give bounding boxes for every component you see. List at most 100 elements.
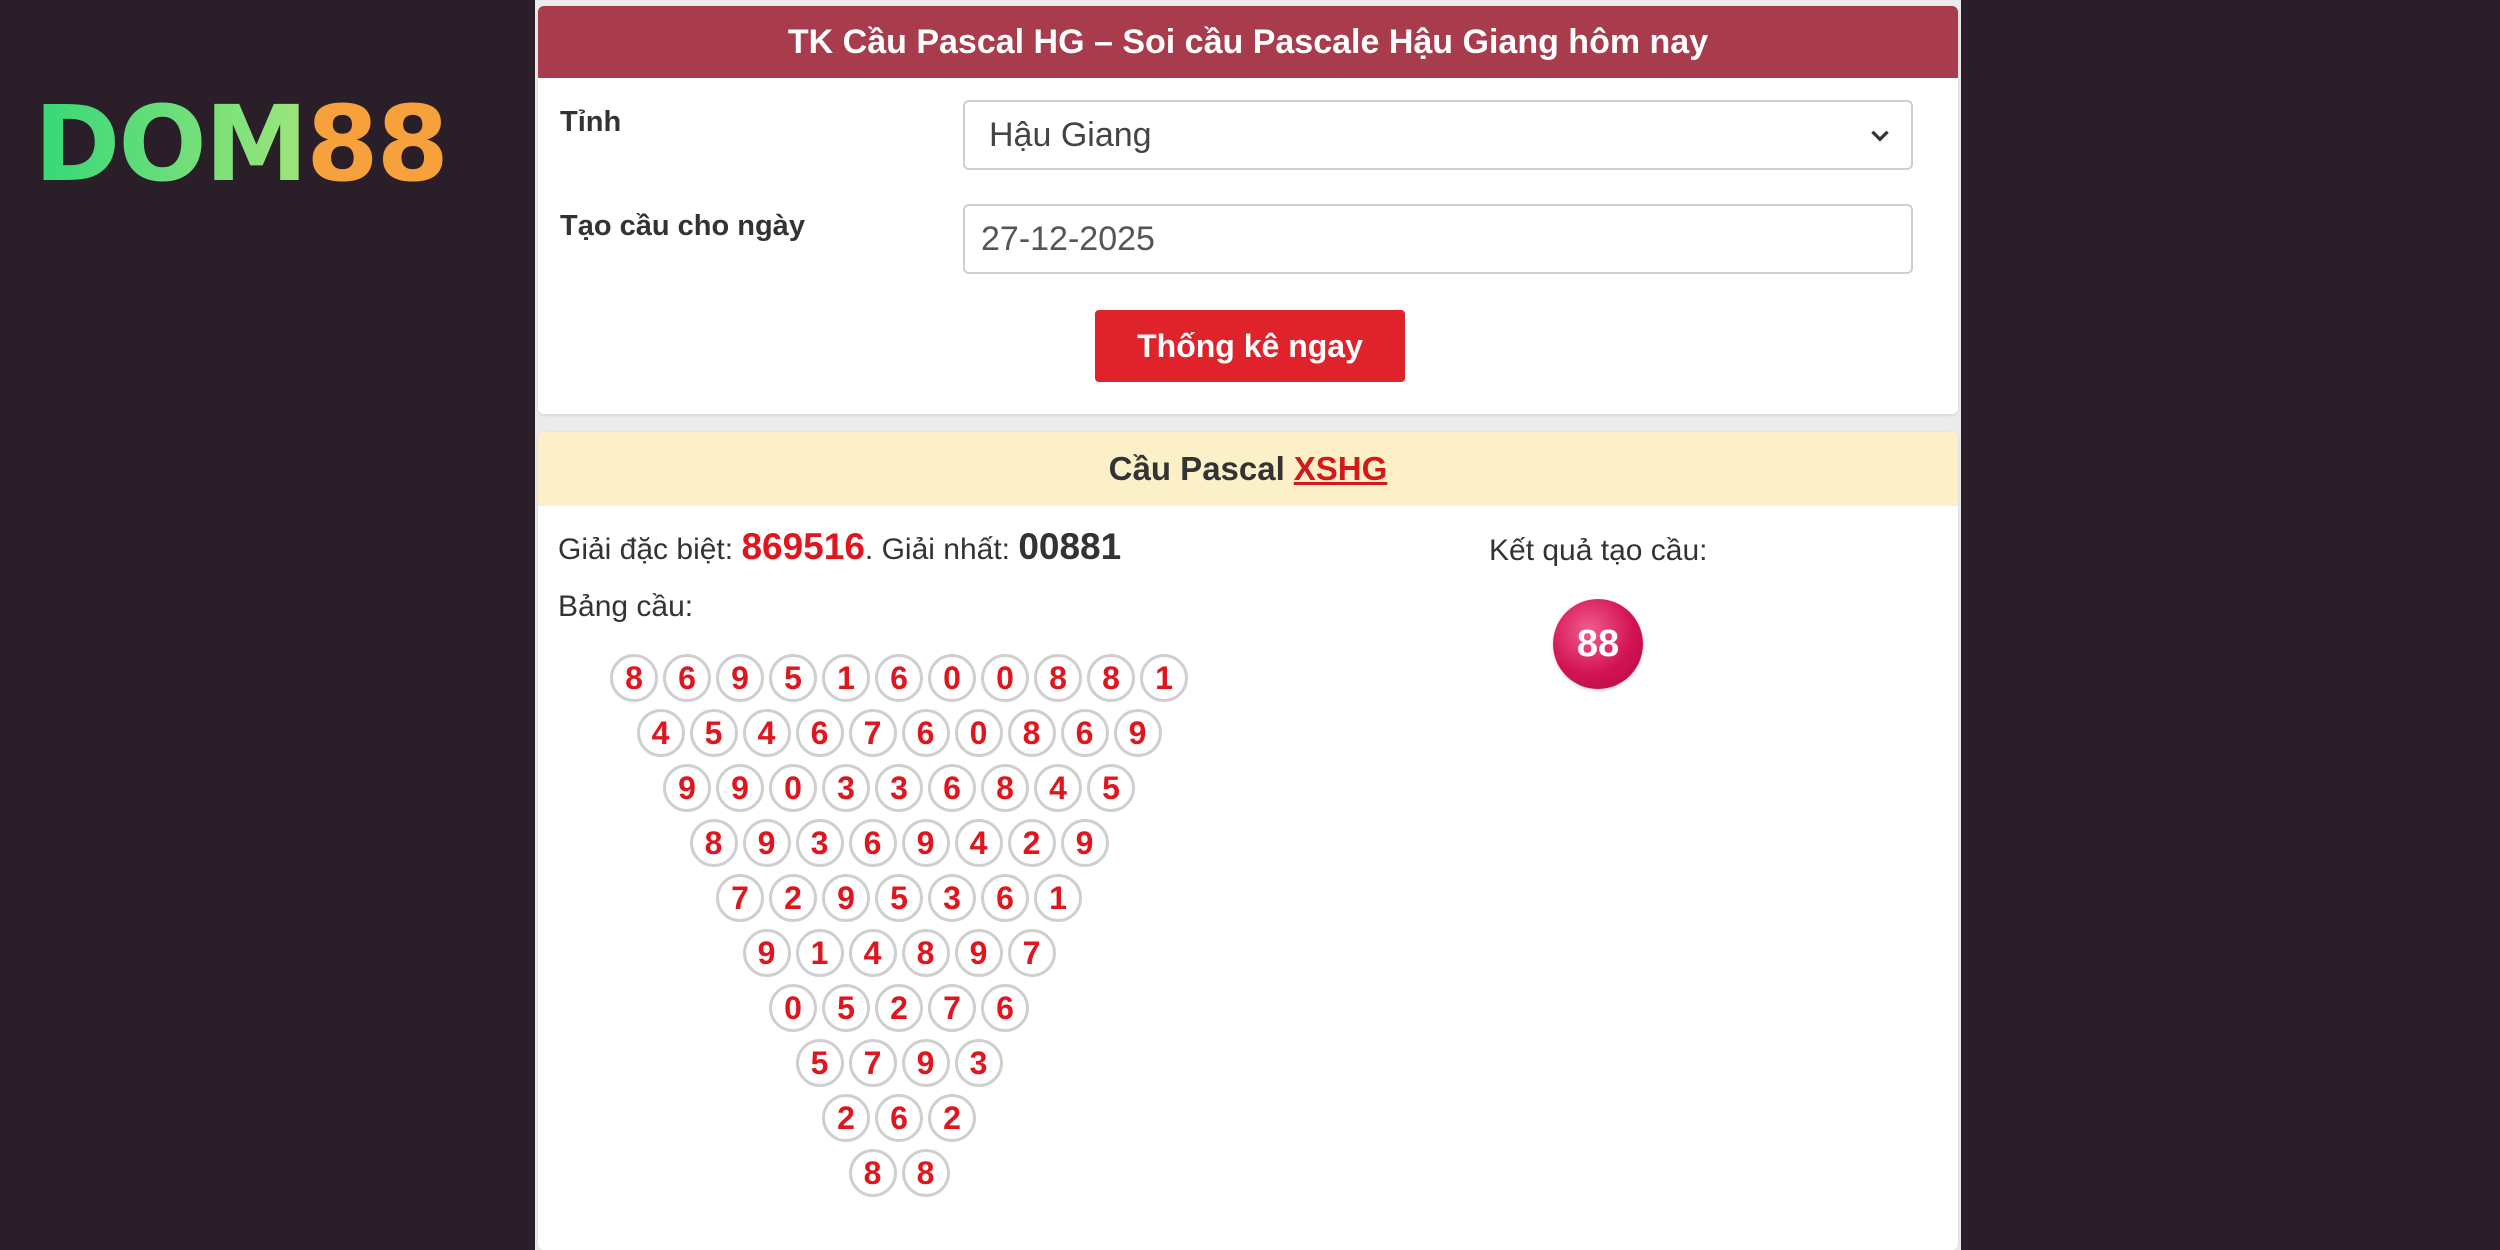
- triangle-digit: 9: [742, 929, 791, 977]
- triangle-digit: 9: [954, 929, 1003, 977]
- first-prize-label: . Giải nhất:: [864, 533, 1010, 566]
- stats-form-card: TK Cầu Pascal HG – Soi cầu Pascale Hậu G…: [538, 6, 1958, 414]
- triangle-digit: 6: [663, 654, 711, 702]
- triangle-digit: 6: [981, 874, 1029, 922]
- triangle-digit: 4: [848, 929, 897, 977]
- prize-line: Giải đặc biệt: 869516. Giải nhất: 00881: [558, 526, 1121, 568]
- triangle-digit: 2: [1007, 819, 1056, 867]
- dom88-logo[interactable]: DOM88: [34, 92, 449, 196]
- triangle-row: 7295361: [716, 874, 1087, 926]
- triangle-digit: 4: [954, 819, 1003, 867]
- triangle-digit: 0: [954, 709, 1003, 757]
- triangle-digit: 9: [716, 654, 764, 702]
- province-select[interactable]: Hậu Giang: [963, 100, 1913, 170]
- province-selected-value: Hậu Giang: [989, 115, 1152, 154]
- triangle-digit: 1: [822, 654, 870, 702]
- special-prize-label: Giải đặc biệt:: [558, 533, 734, 566]
- triangle-digit: 5: [769, 654, 817, 702]
- triangle-digit: 1: [1034, 874, 1082, 922]
- result-title: Cầu Pascal XSHG: [538, 432, 1958, 506]
- triangle-digit: 6: [928, 764, 976, 812]
- triangle-row: 88: [848, 1149, 955, 1201]
- date-label: Tạo cầu cho ngày: [560, 210, 805, 242]
- triangle-digit: 3: [822, 764, 870, 812]
- triangle-row: 5793: [795, 1039, 1008, 1091]
- triangle-digit: 6: [848, 819, 897, 867]
- triangle-row: 05276: [769, 984, 1034, 1036]
- triangle-digit: 6: [901, 709, 950, 757]
- triangle-digit: 9: [663, 764, 711, 812]
- triangle-digit: 5: [875, 874, 923, 922]
- pascal-result-card: Cầu Pascal XSHG Giải đặc biệt: 869516. G…: [538, 432, 1958, 1250]
- triangle-digit: 8: [610, 654, 658, 702]
- triangle-digit: 3: [954, 1039, 1003, 1087]
- result-label: Kết quả tạo cầu:: [1489, 534, 1708, 567]
- triangle-digit: 9: [742, 819, 791, 867]
- triangle-digit: 5: [822, 984, 870, 1032]
- triangle-digit: 0: [769, 764, 817, 812]
- triangle-digit: 2: [769, 874, 817, 922]
- triangle-digit: 7: [848, 1039, 897, 1087]
- triangle-row: 4546760869: [636, 709, 1167, 761]
- triangle-row: 89369429: [689, 819, 1114, 871]
- triangle-digit: 3: [795, 819, 844, 867]
- triangle-digit: 4: [742, 709, 791, 757]
- triangle-digit: 0: [769, 984, 817, 1032]
- triangle-digit: 7: [848, 709, 897, 757]
- main-column: TK Cầu Pascal HG – Soi cầu Pascale Hậu G…: [535, 0, 1961, 1250]
- triangle-digit: 6: [1060, 709, 1109, 757]
- triangle-digit: 8: [1034, 654, 1082, 702]
- triangle-row: 86951600881: [610, 654, 1193, 706]
- province-row: Tỉnh Hậu Giang: [560, 100, 1940, 174]
- xshg-link[interactable]: XSHG: [1294, 450, 1388, 488]
- triangle-digit: 6: [875, 1094, 923, 1142]
- triangle-digit: 9: [1060, 819, 1109, 867]
- triangle-row: 914897: [742, 929, 1061, 981]
- triangle-digit: 7: [716, 874, 764, 922]
- triangle-digit: 2: [875, 984, 923, 1032]
- result-title-text: Cầu Pascal: [1108, 450, 1285, 487]
- triangle-digit: 5: [795, 1039, 844, 1087]
- triangle-digit: 5: [689, 709, 738, 757]
- triangle-digit: 3: [928, 874, 976, 922]
- form-title: TK Cầu Pascal HG – Soi cầu Pascale Hậu G…: [538, 6, 1958, 78]
- triangle-digit: 2: [928, 1094, 976, 1142]
- triangle-digit: 8: [901, 1149, 950, 1197]
- triangle-digit: 8: [1007, 709, 1056, 757]
- triangle-digit: 6: [795, 709, 844, 757]
- date-row: Tạo cầu cho ngày 27-12-2025: [560, 204, 1940, 278]
- triangle-digit: 8: [1087, 654, 1135, 702]
- triangle-digit: 2: [822, 1094, 870, 1142]
- triangle-digit: 9: [901, 819, 950, 867]
- triangle-digit: 1: [1140, 654, 1188, 702]
- triangle-digit: 9: [1113, 709, 1162, 757]
- triangle-digit: 8: [981, 764, 1029, 812]
- table-label: Bảng cầu:: [558, 590, 694, 623]
- province-label: Tỉnh: [560, 106, 622, 138]
- triangle-row: 990336845: [663, 764, 1140, 816]
- triangle-digit: 6: [875, 654, 923, 702]
- triangle-digit: 3: [875, 764, 923, 812]
- triangle-digit: 8: [689, 819, 738, 867]
- logo-text-dom: DOM: [34, 83, 308, 205]
- result-number-ball: 88: [1553, 599, 1643, 689]
- triangle-digit: 4: [636, 709, 685, 757]
- first-prize-value: 00881: [1018, 526, 1122, 567]
- logo-text-88: 88: [306, 83, 449, 205]
- triangle-digit: 8: [901, 929, 950, 977]
- submit-stats-button[interactable]: Thống kê ngay: [1095, 310, 1405, 382]
- date-input[interactable]: 27-12-2025: [963, 204, 1913, 274]
- triangle-digit: 9: [716, 764, 764, 812]
- triangle-digit: 1: [795, 929, 844, 977]
- triangle-row: 262: [822, 1094, 981, 1146]
- special-prize-value: 869516: [741, 526, 865, 567]
- triangle-digit: 7: [928, 984, 976, 1032]
- triangle-digit: 8: [848, 1149, 897, 1197]
- triangle-digit: 6: [981, 984, 1029, 1032]
- triangle-digit: 0: [981, 654, 1029, 702]
- triangle-digit: 7: [1007, 929, 1056, 977]
- triangle-digit: 9: [901, 1039, 950, 1087]
- triangle-digit: 0: [928, 654, 976, 702]
- triangle-digit: 5: [1087, 764, 1135, 812]
- chevron-down-icon: [1871, 130, 1889, 142]
